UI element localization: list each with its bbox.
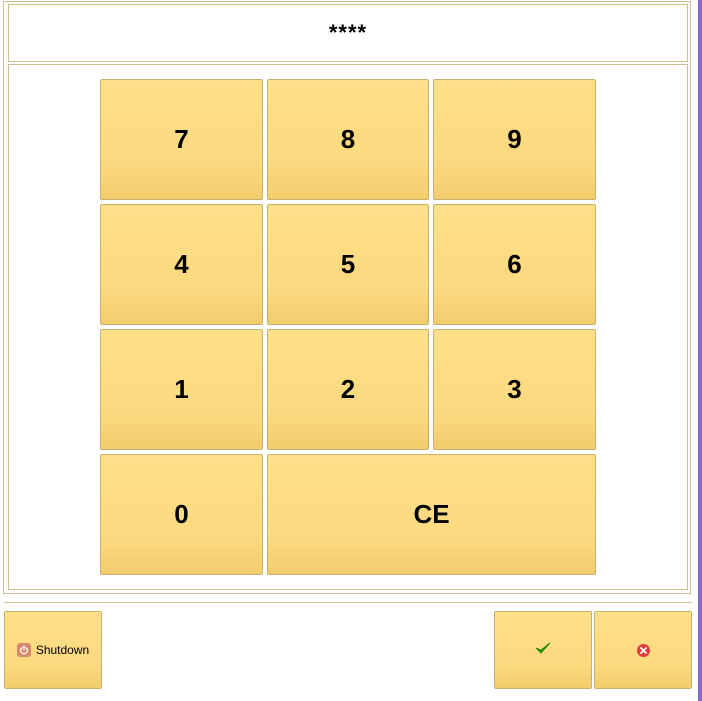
ok-button[interactable]	[494, 611, 592, 689]
pin-display: ****	[8, 4, 688, 62]
power-icon	[16, 643, 31, 657]
cancel-button[interactable]	[594, 611, 692, 689]
close-icon	[636, 643, 650, 657]
key-4[interactable]: 4	[100, 204, 263, 325]
key-6[interactable]: 6	[433, 204, 596, 325]
shutdown-button[interactable]: Shutdown	[4, 611, 102, 689]
footer-divider	[4, 602, 692, 603]
key-9[interactable]: 9	[433, 79, 596, 200]
checkmark-icon	[535, 641, 551, 660]
shutdown-label: Shutdown	[35, 643, 90, 657]
key-5[interactable]: 5	[267, 204, 429, 325]
clear-entry-button[interactable]: CE	[267, 454, 596, 575]
key-0[interactable]: 0	[100, 454, 263, 575]
key-3[interactable]: 3	[433, 329, 596, 450]
window-edge-bar	[698, 0, 702, 701]
key-2[interactable]: 2	[267, 329, 429, 450]
pin-display-value: ****	[328, 20, 368, 45]
key-7[interactable]: 7	[100, 79, 263, 200]
key-8[interactable]: 8	[267, 79, 429, 200]
key-1[interactable]: 1	[100, 329, 263, 450]
